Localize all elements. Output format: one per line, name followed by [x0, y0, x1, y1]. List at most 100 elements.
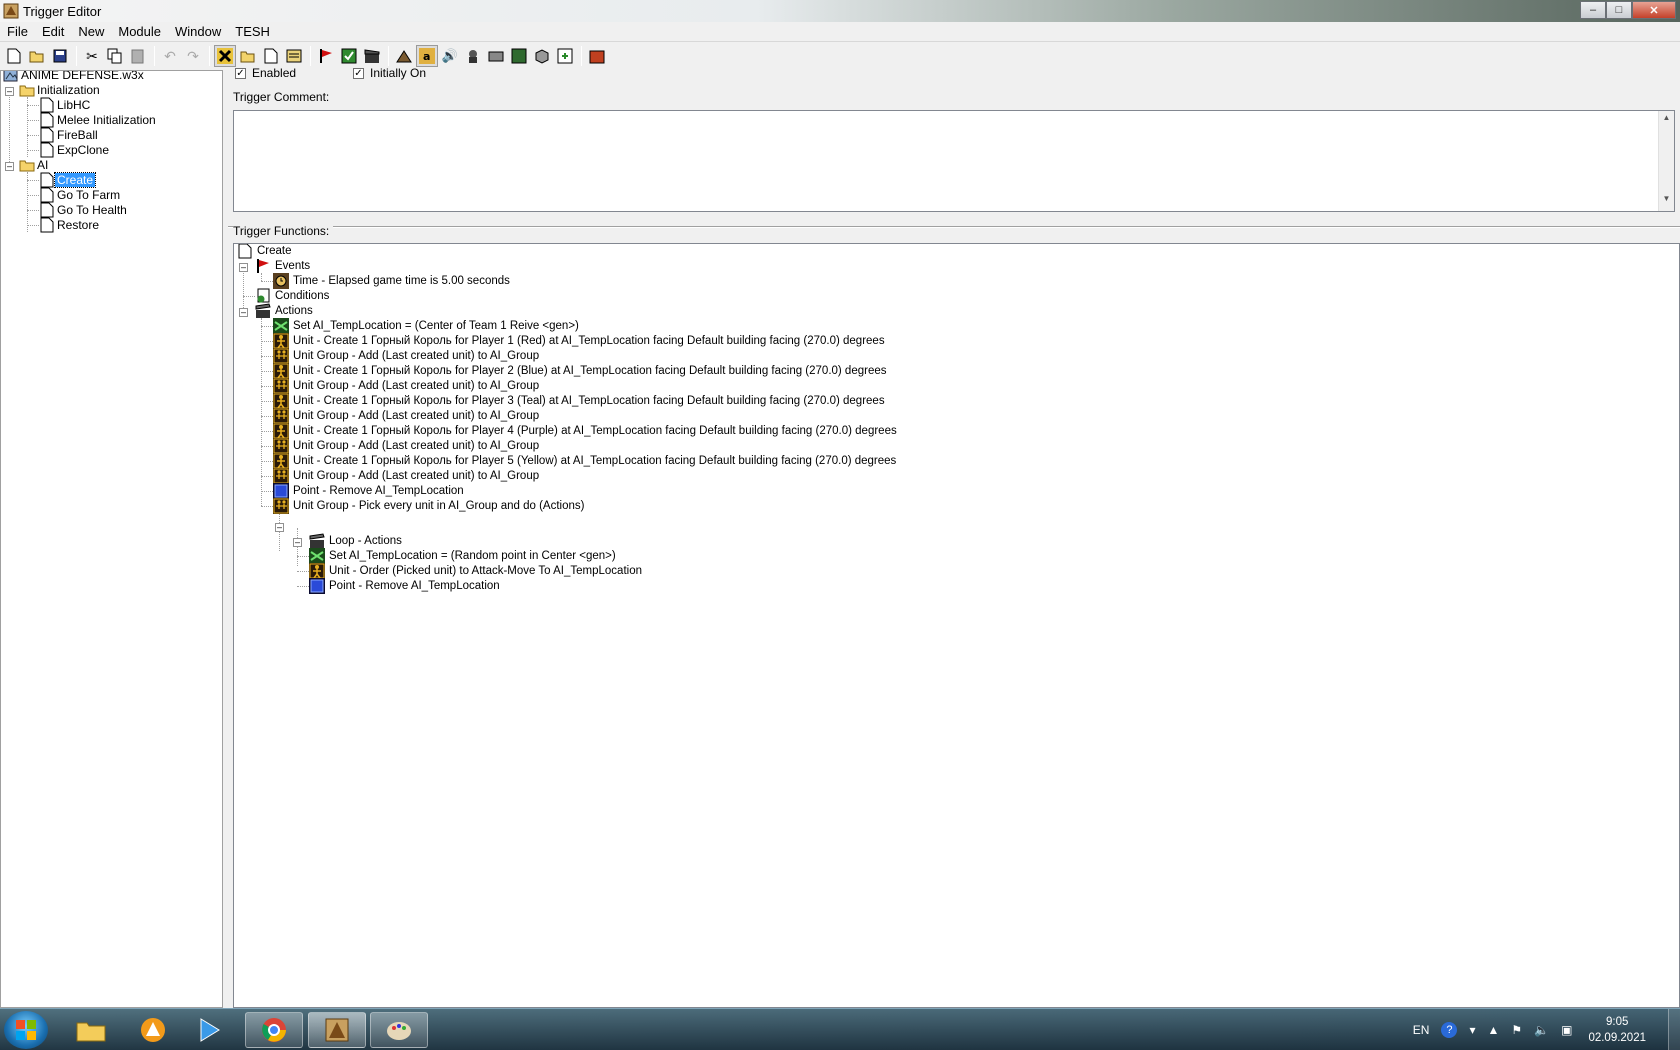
pick-every-unit-expander[interactable]: –: [275, 523, 284, 532]
minimize-button[interactable]: –: [1580, 1, 1606, 19]
language-indicator[interactable]: EN: [1413, 1023, 1430, 1037]
loop-actions-expander[interactable]: –: [293, 538, 302, 547]
paste-button[interactable]: [127, 45, 149, 67]
tree-trigger-expclone[interactable]: ExpClone: [39, 142, 111, 158]
new-category-button[interactable]: [237, 45, 259, 67]
cut-button[interactable]: ✂: [81, 45, 103, 67]
taskbar-paint[interactable]: [370, 1012, 428, 1048]
action-row[interactable]: Set AI_TempLocation = (Center of Team 1 …: [273, 318, 579, 334]
undo-button[interactable]: ↶: [159, 45, 181, 67]
action-center-flag-icon[interactable]: ⚑: [1511, 1023, 1522, 1037]
loop-action-row[interactable]: Set AI_TempLocation = (Random point in C…: [309, 548, 616, 564]
menu-file[interactable]: File: [0, 23, 35, 41]
action-row[interactable]: Unit - Create 1 Горный Король for Player…: [273, 393, 885, 409]
trigger-editor-button[interactable]: [214, 45, 236, 67]
trigger-palette-button[interactable]: a: [416, 45, 438, 67]
unit-icon: [273, 363, 289, 379]
taskbar-media-player[interactable]: [180, 1012, 238, 1048]
action-row[interactable]: Unit Group - Add (Last created unit) to …: [273, 468, 539, 484]
trigger-comment-field[interactable]: ▲ ▼: [233, 110, 1675, 212]
new-event-button[interactable]: [315, 45, 337, 67]
taskbar-chrome[interactable]: [245, 1012, 303, 1048]
new-action-button[interactable]: [361, 45, 383, 67]
tree-expander-initialization[interactable]: –: [5, 87, 14, 96]
show-hidden-icons-icon[interactable]: ▲: [1487, 1023, 1499, 1037]
new-condition-button[interactable]: [338, 45, 360, 67]
taskbar-world-editor[interactable]: [308, 1012, 366, 1048]
tree-folder-initialization[interactable]: Initialization: [19, 82, 102, 98]
new-map-button[interactable]: [3, 45, 25, 67]
maximize-button[interactable]: □: [1606, 1, 1632, 19]
terrain-editor-button[interactable]: [393, 45, 415, 67]
events-node[interactable]: Events: [255, 258, 310, 274]
action-row[interactable]: Unit Group - Pick every unit in AI_Group…: [273, 498, 584, 514]
input-settings-icon[interactable]: ▾: [1469, 1023, 1475, 1037]
action-row[interactable]: Unit - Create 1 Горный Король for Player…: [273, 333, 885, 349]
function-root[interactable]: Create: [237, 244, 292, 259]
tree-trigger-fireball[interactable]: FireBall: [39, 127, 100, 143]
enabled-checkbox[interactable]: ✓: [235, 67, 246, 79]
taskbar-aimp[interactable]: [124, 1012, 182, 1048]
import-manager-button[interactable]: [554, 45, 576, 67]
loop-action-row-text: Point - Remove AI_TempLocation: [329, 580, 500, 592]
redo-button[interactable]: ↷: [182, 45, 204, 67]
tree-expander-ai[interactable]: –: [5, 162, 14, 171]
enabled-checkbox-row[interactable]: ✓ Enabled: [235, 66, 296, 80]
trigger-functions-label: Trigger Functions:: [233, 224, 334, 238]
volume-icon[interactable]: 🔈: [1534, 1023, 1549, 1037]
help-icon[interactable]: ?: [1441, 1022, 1458, 1038]
event-row[interactable]: Time - Elapsed game time is 5.00 seconds: [273, 273, 510, 289]
tree-trigger-libhc[interactable]: LibHC: [39, 97, 92, 113]
loop-actions-node[interactable]: Loop - Actions: [309, 533, 402, 549]
action-row[interactable]: Unit Group - Add (Last created unit) to …: [273, 408, 539, 424]
new-trigger-button[interactable]: [260, 45, 282, 67]
open-button[interactable]: [26, 45, 48, 67]
copy-button[interactable]: [104, 45, 126, 67]
action-row[interactable]: Point - Remove AI_TempLocation: [273, 483, 464, 499]
new-comment-button[interactable]: [283, 45, 305, 67]
taskbar-explorer[interactable]: [62, 1012, 120, 1048]
actions-node[interactable]: Actions: [255, 303, 313, 319]
campaign-editor-button[interactable]: [485, 45, 507, 67]
action-row[interactable]: Unit Group - Add (Last created unit) to …: [273, 378, 539, 394]
clock[interactable]: 9:05 02.09.2021: [1588, 1014, 1646, 1046]
save-button[interactable]: [49, 45, 71, 67]
conditions-node[interactable]: Conditions: [255, 288, 329, 304]
action-row[interactable]: Unit - Create 1 Горный Король for Player…: [273, 363, 887, 379]
tree-trigger-go-to-health[interactable]: Go To Health: [39, 202, 129, 218]
network-icon[interactable]: ▣: [1561, 1023, 1572, 1037]
initially-on-checkbox-row[interactable]: ✓ Initially On: [353, 66, 426, 80]
action-row[interactable]: Unit - Create 1 Горный Король for Player…: [273, 423, 897, 439]
tree-trigger-restore[interactable]: Restore: [39, 217, 101, 233]
object-knight-icon: [469, 50, 477, 63]
ai-editor-button[interactable]: [508, 45, 530, 67]
sound-editor-button[interactable]: 🔊: [439, 45, 461, 67]
trigger-tree[interactable]: ANIME DEFENSE.w3x – Initialization LibHC…: [0, 70, 223, 1008]
initially-on-checkbox[interactable]: ✓: [353, 67, 364, 79]
action-row[interactable]: Unit Group - Add (Last created unit) to …: [273, 348, 539, 364]
sound-icon: 🔊: [441, 48, 459, 63]
object-editor-button[interactable]: [462, 45, 484, 67]
show-desktop-button[interactable]: [1668, 1009, 1680, 1050]
menu-tesh[interactable]: TESH: [228, 23, 277, 41]
tree-folder-ai[interactable]: AI: [19, 157, 50, 173]
menu-module[interactable]: Module: [111, 23, 168, 41]
test-map-button[interactable]: [586, 45, 608, 67]
action-row[interactable]: Unit - Create 1 Горный Король for Player…: [273, 453, 896, 469]
comment-scrollbar[interactable]: ▲ ▼: [1658, 111, 1674, 211]
close-button[interactable]: ✕: [1632, 1, 1676, 19]
menu-new[interactable]: New: [71, 23, 111, 41]
menu-edit[interactable]: Edit: [35, 23, 71, 41]
trigger-functions-tree[interactable]: Create – Events Time - Elapsed game time…: [233, 243, 1680, 1008]
actions-expander[interactable]: –: [239, 308, 248, 317]
action-row[interactable]: Unit Group - Add (Last created unit) to …: [273, 438, 539, 454]
start-button[interactable]: [4, 1011, 48, 1049]
tree-trigger-melee-initialization[interactable]: Melee Initialization: [39, 112, 158, 128]
loop-action-row[interactable]: Unit - Order (Picked unit) to Attack-Mov…: [309, 563, 642, 579]
events-expander[interactable]: –: [239, 263, 248, 272]
object-manager-button[interactable]: [531, 45, 553, 67]
tree-trigger-go-to-farm[interactable]: Go To Farm: [39, 187, 122, 203]
menu-window[interactable]: Window: [168, 23, 228, 41]
loop-action-row[interactable]: Point - Remove AI_TempLocation: [309, 578, 500, 594]
tree-trigger-create[interactable]: Create: [39, 172, 97, 188]
